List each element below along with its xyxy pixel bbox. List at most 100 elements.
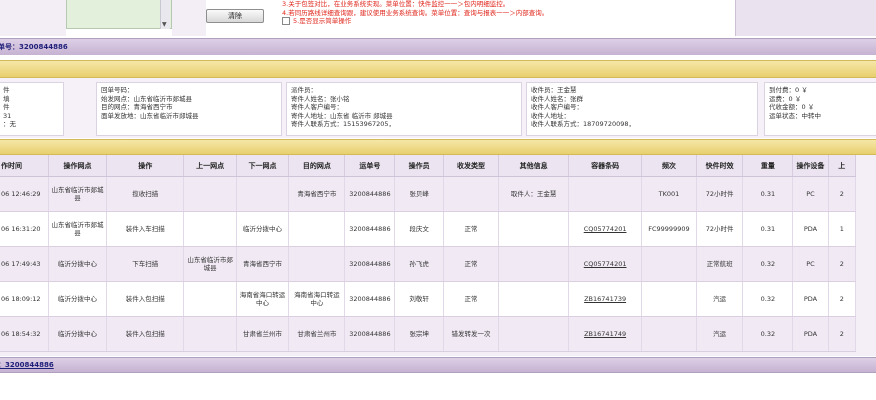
cell-container[interactable]: CQ05774201	[568, 211, 643, 247]
scan-section-bar	[0, 139, 876, 155]
simple-ops-checkbox[interactable]	[282, 17, 290, 25]
cell-overflow: 2	[828, 246, 857, 282]
cell-operation: 下车扫描	[106, 246, 185, 282]
cell-time: 06 18:09:12	[0, 281, 49, 317]
cell-weight: 0.31	[742, 211, 794, 247]
cell-dest: 甘肃省兰州市	[288, 316, 346, 352]
cell-frequency: TK001	[641, 176, 697, 212]
header-device[interactable]: 操作设备	[792, 155, 829, 177]
cell-container[interactable]: ZB16741749	[568, 316, 643, 352]
header-op-time[interactable]: 作时间	[0, 155, 49, 177]
info-box-fees: 到付费：0 ￥ 运费：0 ￥ 代收金额：0 ￥ 运单状态：中转中	[764, 82, 876, 136]
sender-address: 寄件人地址：山东省 临沂市 郯城县	[291, 111, 393, 120]
table-row[interactable]: 06 16:31:20 山东省临沂市郯城县 装件入车扫描 临沂分拨中心 3200…	[0, 211, 857, 247]
cell-dest: 青海省西宁市	[288, 176, 346, 212]
return-number: 回单号码：	[101, 86, 134, 94]
container-link[interactable]: ZB16741739	[584, 295, 626, 303]
container-link[interactable]: ZB16741749	[584, 330, 626, 338]
cell-prev	[183, 176, 237, 212]
header-operator[interactable]: 操作员	[394, 155, 444, 177]
cell-type: 正常	[443, 211, 500, 247]
cell-other	[498, 246, 570, 282]
cell-operator: 张宗坤	[394, 316, 444, 352]
table-row[interactable]: 06 12:46:29 山东省临沂市郯城县 揽收扫描 青海省西宁市 320084…	[0, 176, 857, 212]
cell-waybill: 3200844886	[344, 246, 396, 282]
receiver-name: 收件人姓名：张群	[531, 94, 583, 103]
mid-panel	[172, 0, 206, 36]
header-next-outlet[interactable]: 下一网点	[236, 155, 290, 177]
cell-frequency	[641, 246, 697, 282]
waybill-status: 运单状态：中转中	[769, 111, 821, 120]
info-section-bar	[0, 60, 876, 78]
cell-container[interactable]: ZB16741739	[568, 281, 643, 317]
cell-type: 正常	[443, 281, 500, 317]
info-text: 件	[3, 86, 10, 94]
dest-outlet: 目的网点：青海省西宁市	[101, 103, 173, 111]
receiver-customer-no: 收件人客户编号：	[531, 103, 583, 111]
simple-ops-label: 5.是否显示简单操作	[293, 17, 352, 25]
cell-operator: 张贝峰	[394, 176, 444, 212]
cell-timeliness: 汽运	[696, 281, 744, 317]
info-box-sender: 派件员： 寄件人姓名：张小铭 寄件人客户编号： 寄件人地址：山东省 临沂市 郯城…	[286, 82, 522, 136]
header-other-info[interactable]: 其他信息	[498, 155, 570, 177]
cell-waybill: 3200844886	[344, 211, 396, 247]
header-prev-outlet[interactable]: 上一网点	[183, 155, 237, 177]
scroll-down-icon[interactable]: ▼	[162, 21, 167, 28]
cell-overflow: 1	[828, 211, 857, 247]
waybill-info-panel: 件 填 件 31 ：无 回单号码： 始发网点：山东省临沂市郯城县 目的网点：青海…	[0, 78, 876, 138]
notice-line-3: 3.关于包签对比，在业务系统实现。菜单位置：快件监控一一＞包内明细监控。	[282, 0, 510, 8]
container-link[interactable]: CQ05774201	[584, 260, 627, 268]
notice-text: 3.关于包签对比，在业务系统实现。菜单位置：快件监控一一＞包内明细监控。 4.若…	[282, 0, 642, 26]
table-row[interactable]: 06 18:09:12 临沂分拨中心 装件入包扫描 海南省海口转运中心 海南省海…	[0, 281, 857, 317]
cell-container[interactable]: CQ05774201	[568, 246, 643, 282]
footer-waybill-link[interactable]: ：3200844886	[0, 358, 54, 372]
info-text: ：无	[3, 120, 16, 128]
header-operation[interactable]: 操作	[106, 155, 185, 177]
sender-customer-no: 寄件人客户编号：	[291, 103, 343, 111]
header-timeliness[interactable]: 快件时效	[696, 155, 744, 177]
cell-waybill: 3200844886	[344, 176, 396, 212]
receiver-contact: 收件人联系方式：18709720098，	[531, 120, 635, 128]
header-container-code[interactable]: 容器条码	[568, 155, 643, 177]
reset-button[interactable]: 清除	[206, 9, 264, 23]
textarea-scrollbar[interactable]: ▼	[160, 0, 170, 29]
slip-issuer: 面单发放地：山东省临沂市郯城县	[101, 111, 199, 120]
sender-name: 寄件人姓名：张小铭	[291, 94, 350, 103]
cell-container[interactable]	[568, 176, 643, 212]
cell-next: 甘肃省兰州市	[236, 316, 290, 352]
cell-frequency: FC99999909	[641, 211, 697, 247]
cell-next	[236, 176, 290, 212]
waybill-input-textarea[interactable]	[66, 0, 172, 29]
cell-other	[498, 281, 570, 317]
cell-weight: 0.31	[742, 176, 794, 212]
simple-ops-row: 5.是否显示简单操作	[282, 17, 642, 26]
cell-operator: 孙飞虎	[394, 246, 444, 282]
cell-weight: 0.32	[742, 316, 794, 352]
info-text: 31	[3, 111, 12, 120]
table-row[interactable]: 06 18:54:32 临沂分拨中心 装件入包扫描 甘肃省兰州市 甘肃省兰州市 …	[0, 316, 857, 352]
header-weight[interactable]: 重量	[742, 155, 794, 177]
cell-timeliness: 72小时件	[696, 211, 744, 247]
header-frequency[interactable]: 频次	[641, 155, 697, 177]
freight: 运费：0 ￥	[769, 94, 802, 103]
header-dest-outlet[interactable]: 目的网点	[288, 155, 346, 177]
cell-device: PDA	[792, 211, 829, 247]
cell-time: 06 12:46:29	[0, 176, 49, 212]
sender-contact: 寄件人联系方式：15153967205，	[291, 120, 395, 128]
cell-next: 青海省西宁市	[236, 246, 290, 282]
container-link[interactable]: CQ05774201	[584, 225, 627, 233]
header-overflow[interactable]: 上	[828, 155, 857, 177]
cell-type	[443, 176, 500, 212]
header-waybill-no[interactable]: 运单号	[344, 155, 396, 177]
cell-timeliness: 正常航班	[696, 246, 744, 282]
cell-operator: 段庆文	[394, 211, 444, 247]
cell-time: 06 18:54:32	[0, 316, 49, 352]
header-send-type[interactable]: 收发类型	[443, 155, 500, 177]
cell-other: 取件人：王金慧	[498, 176, 570, 212]
receiver-address: 收件人地址：	[531, 111, 570, 120]
cell-overflow: 2	[828, 281, 857, 317]
cell-dest: 海南省海口转运中心	[288, 281, 346, 317]
header-op-outlet[interactable]: 操作网点	[48, 155, 108, 177]
table-row[interactable]: 06 17:49:43 临沂分拨中心 下车扫描 山东省临沂市郯城县 青海省西宁市…	[0, 246, 857, 282]
cell-timeliness: 72小时件	[696, 176, 744, 212]
